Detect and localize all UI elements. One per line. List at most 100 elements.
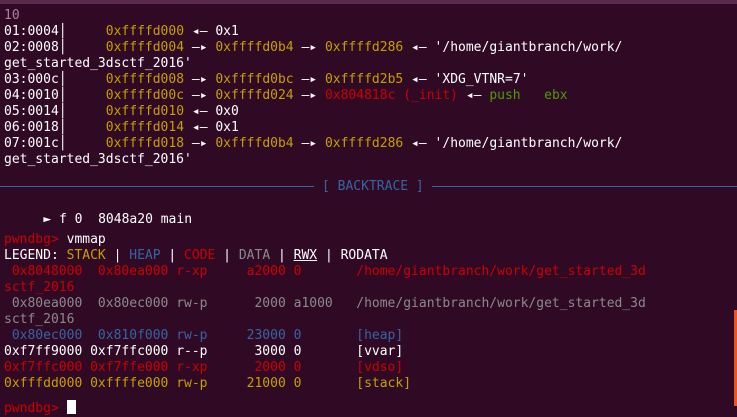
legend-data: DATA (238, 248, 271, 263)
pointer-arrow-icon: ◂— (184, 24, 216, 39)
stack-value: 0xffffd286 (324, 136, 404, 151)
map-offset: 0 (285, 264, 349, 279)
map-perms: r--p (168, 344, 208, 359)
frame-symbol: main (160, 212, 193, 227)
map-name: [vvar] (348, 344, 404, 359)
legend-stack: STACK (66, 248, 106, 263)
stack-address: 0xffffd004 (105, 40, 185, 55)
vmmap-row: 0xf7ff9000 0xf7ffc000 r--p 3000 0 [vvar] (4, 344, 403, 360)
pwndbg-prompt: pwndbg> (4, 401, 59, 416)
terminal-top-edge (0, 0, 737, 4)
stack-address: 0xffffd018 (105, 136, 185, 151)
pointer-arrow-icon: —▸ (184, 72, 216, 87)
stack-value: 0x0 (215, 104, 239, 119)
pointer-arrow-icon: —▸ (184, 88, 216, 103)
pointer-arrow-icon: ◂— (403, 40, 435, 55)
vmmap-legend: LEGEND: STACK | HEAP | CODE | DATA | RWX… (4, 248, 388, 263)
pointer-arrow-icon: ◂— (403, 136, 435, 151)
pointer-arrow-icon: ◂— (458, 88, 490, 103)
map-start: 0x8048000 (4, 264, 83, 279)
stack-value: '/home/giantbranch/work/ (434, 136, 623, 151)
map-end: 0xffffe000 (82, 376, 169, 391)
stack-value: 0xffffd0b4 (215, 40, 294, 55)
map-name: [stack] (348, 376, 412, 391)
pointer-arrow-icon: —▸ (293, 88, 325, 103)
legend-code: CODE (184, 248, 216, 263)
map-size: 3000 (207, 344, 286, 359)
stack-row-continuation: get_started_3dsctf_2016' (4, 56, 192, 72)
pwndbg-prompt: pwndbg> (4, 232, 59, 247)
stack-offset: 05:0014 (4, 104, 59, 119)
stack-offset: 06:0018 (4, 120, 59, 135)
stack-top-value: 10 (4, 8, 20, 23)
input-line[interactable]: pwndbg> (4, 400, 76, 416)
backtrace-header: [ BACKTRACE ] (314, 179, 432, 195)
stack-row: 07:001c│ 0xffffd018 —▸ 0xffffd0b4 —▸ 0xf… (4, 136, 622, 152)
legend-heap: HEAP (129, 248, 161, 263)
map-name: [vdso] (348, 360, 404, 375)
map-offset: 0 (285, 376, 349, 391)
stack-value: get_started_3dsctf_2016' (4, 152, 192, 167)
command-text: vmmap (66, 232, 106, 247)
pointer-arrow-icon: —▸ (293, 40, 325, 55)
map-perms: r-xp (168, 360, 208, 375)
vmmap-row: 0x80ea000 0x80ec000 rw-p 2000 a1000 /hom… (4, 296, 646, 312)
stack-address: 0xffffd010 (105, 104, 185, 119)
stack-divider: │ (58, 40, 106, 55)
map-size: 21000 (207, 376, 286, 391)
map-end: 0x80ea000 (82, 264, 169, 279)
map-size: 2000 (207, 360, 286, 375)
stack-divider: │ (58, 72, 106, 87)
stack-value: 0x804818c (_init) (324, 88, 459, 103)
vmmap-row: 0xfffdd000 0xffffe000 rw-p 21000 0 [stac… (4, 376, 411, 392)
stack-value: get_started_3dsctf_2016' (4, 56, 192, 71)
frame-index: f 0 (58, 212, 83, 227)
vmmap-row: 0x80ec000 0x810f000 rw-p 23000 0 [heap] (4, 328, 403, 344)
stack-offset: 01:0004 (4, 24, 59, 39)
map-start: 0xfffdd000 (4, 376, 83, 391)
stack-value: 0xffffd0bc (215, 72, 294, 87)
stack-value: 0xffffd0b4 (215, 136, 294, 151)
stack-value: 0xffffd286 (324, 40, 404, 55)
map-perms: rw-p (168, 296, 208, 311)
vmmap-row-continuation: sctf_2016 (4, 280, 74, 296)
stack-value: 0x1 (215, 24, 239, 39)
map-offset: 0 (285, 344, 349, 359)
map-start: 0xf7ff9000 (4, 344, 83, 359)
legend-title: LEGEND: (4, 248, 59, 263)
map-start: 0x80ec000 (4, 328, 83, 343)
current-frame-marker-icon: ► (43, 212, 52, 227)
stack-value: '/home/giantbranch/work/ (434, 40, 623, 55)
terminal-window[interactable]: 10 01:0004│ 0xffffd000 ◂— 0x1 02:0008│ 0x… (0, 0, 737, 417)
map-end: 0xf7ffe000 (82, 360, 169, 375)
map-offset: 0 (285, 360, 349, 375)
command-line: pwndbg> vmmap (4, 232, 106, 248)
frame-address: 8048a20 (98, 212, 153, 227)
pointer-arrow-icon: ◂— (184, 120, 216, 135)
map-end: 0x80ec000 (82, 296, 169, 311)
stack-value: 0xffffd024 (215, 88, 294, 103)
map-name: /home/giantbranch/work/get_started_3d (348, 264, 646, 279)
pointer-arrow-icon: —▸ (184, 136, 216, 151)
map-perms: r-xp (168, 264, 208, 279)
stack-row: 02:0008│ 0xffffd004 —▸ 0xffffd0b4 —▸ 0xf… (4, 40, 622, 56)
map-start: 0x80ea000 (4, 296, 83, 311)
map-perms: rw-p (168, 376, 208, 391)
map-size: a2000 (207, 264, 286, 279)
stack-address: 0xffffd00c (105, 88, 185, 103)
map-perms: rw-p (168, 328, 208, 343)
map-end: 0x810f000 (82, 328, 169, 343)
stack-divider: │ (58, 88, 106, 103)
map-end: 0xf7ffc000 (82, 344, 169, 359)
pointer-arrow-icon: ◂— (403, 72, 435, 87)
map-size: 2000 (207, 296, 286, 311)
backtrace-frame: ► f 0 8048a20 main (12, 196, 192, 227)
stack-value: push ebx (489, 88, 568, 103)
stack-offset: 02:0008 (4, 40, 59, 55)
pointer-arrow-icon: —▸ (184, 40, 216, 55)
map-name: [heap] (348, 328, 404, 343)
text-cursor[interactable] (66, 400, 76, 414)
map-name: /home/giantbranch/work/get_started_3d (348, 296, 646, 311)
stack-value: 0xffffd2b5 (324, 72, 404, 87)
map-offset: 0 (285, 328, 349, 343)
